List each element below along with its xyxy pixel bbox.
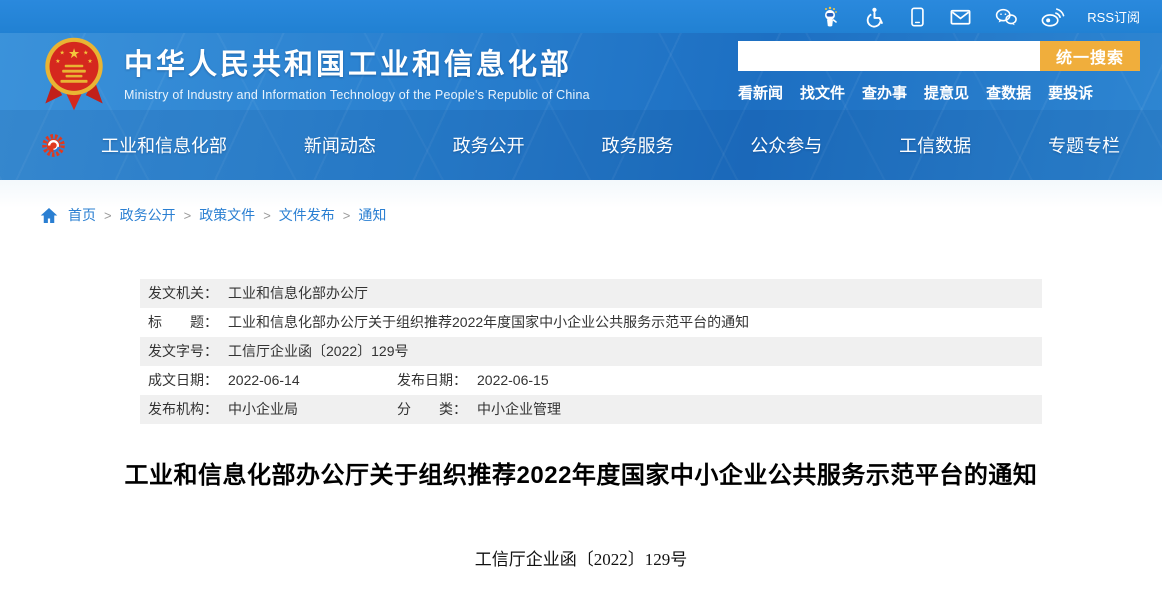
svg-text:★: ★ bbox=[83, 49, 88, 56]
header-main: ★ ★ ★ ★ ★ 中华人民共和国工业和信息化部 Ministry of Ind… bbox=[0, 33, 1162, 110]
main-nav: 工业和信息化部 新闻动态 政务公开 政务服务 公众参与 工信数据 专题专栏 bbox=[0, 110, 1162, 180]
topbar: RSS订阅 bbox=[0, 0, 1162, 33]
nav-item[interactable]: 专题专栏 bbox=[1048, 132, 1120, 158]
assistant-robot-icon[interactable] bbox=[819, 6, 841, 28]
meta-label: 标 题： bbox=[148, 314, 218, 330]
breadcrumb-item[interactable]: 政策文件 bbox=[199, 205, 255, 225]
site-header: RSS订阅 ★ ★ ★ ★ ★ 中华人民共和国工业和信息化部 Ministry … bbox=[0, 0, 1162, 180]
nav-item[interactable]: 工信数据 bbox=[899, 132, 971, 158]
meta-row: 发文字号： 工信厅企业函〔2022〕129号 bbox=[140, 337, 1042, 366]
meta-cell: 发布机构： 中小企业局 bbox=[148, 395, 397, 424]
weibo-icon[interactable] bbox=[1040, 6, 1065, 28]
article-title: 工业和信息化部办公厅关于组织推荐2022年度国家中小企业公共服务示范平台的通知 bbox=[124, 462, 1038, 489]
site-title: 中华人民共和国工业和信息化部 bbox=[124, 49, 573, 81]
nav-item[interactable]: 政务服务 bbox=[601, 132, 673, 158]
quick-links: 看新闻 找文件 查办事 提意见 查数据 要投诉 bbox=[738, 82, 1140, 103]
rss-subscribe-link[interactable]: RSS订阅 bbox=[1087, 7, 1140, 26]
search-button[interactable]: 统一搜索 bbox=[1040, 40, 1140, 71]
breadcrumb-separator: > bbox=[183, 207, 192, 223]
meta-row: 发文机关： 工业和信息化部办公厅 bbox=[140, 279, 1042, 308]
meta-row: 成文日期： 2022-06-14 发布日期： 2022-06-15 bbox=[140, 366, 1042, 395]
search-area: 统一搜索 看新闻 找文件 查办事 提意见 查数据 要投诉 bbox=[738, 40, 1140, 103]
meta-value: 工业和信息化部办公厅关于组织推荐2022年度国家中小企业公共服务示范平台的通知 bbox=[228, 314, 750, 330]
meta-cell: 成文日期： 2022-06-14 bbox=[148, 366, 397, 395]
site-subtitle: Ministry of Industry and Information Tec… bbox=[124, 88, 590, 102]
svg-text:★: ★ bbox=[60, 49, 65, 56]
svg-text:★: ★ bbox=[68, 45, 80, 60]
meta-value: 中小企业管理 bbox=[477, 401, 561, 417]
breadcrumb-separator: > bbox=[263, 207, 271, 223]
quick-link[interactable]: 要投诉 bbox=[1048, 82, 1093, 103]
meta-cell: 发布日期： 2022-06-15 bbox=[397, 366, 549, 395]
meta-row: 发布机构： 中小企业局 分 类： 中小企业管理 bbox=[140, 395, 1042, 424]
meta-value: 2022-06-15 bbox=[477, 372, 549, 388]
breadcrumb-separator: > bbox=[104, 207, 112, 223]
content: 首页 > 政务公开 > 政策文件 > 文件发布 > 通知 发文机关： 工业和信息化部办公厅标 题：… bbox=[0, 180, 1162, 570]
miit-e-logo-icon bbox=[40, 132, 67, 159]
breadcrumb-items: 首页 > 政务公开 > 政策文件 > 文件发布 > 通知 bbox=[68, 205, 386, 225]
breadcrumb: 首页 > 政务公开 > 政策文件 > 文件发布 > 通知 bbox=[0, 180, 1162, 225]
document-number: 工信厅企业函〔2022〕129号 bbox=[474, 550, 688, 569]
breadcrumb-item[interactable]: 首页 bbox=[68, 205, 96, 225]
meta-label: 发文机关： bbox=[148, 285, 218, 301]
national-emblem-logo: ★ ★ ★ ★ ★ bbox=[40, 36, 108, 112]
wechat-icon[interactable] bbox=[994, 6, 1018, 28]
svg-text:★: ★ bbox=[55, 58, 60, 65]
meta-cell: 发文机关： 工业和信息化部办公厅 bbox=[148, 279, 397, 308]
nav-item[interactable]: 工业和信息化部 bbox=[101, 132, 227, 158]
nav-item[interactable]: 公众参与 bbox=[750, 132, 822, 158]
meta-label: 发文字号： bbox=[148, 343, 218, 359]
quick-link[interactable]: 找文件 bbox=[800, 82, 845, 103]
meta-cell: 标 题： 工业和信息化部办公厅关于组织推荐2022年度国家中小企业公共服务示范平台… bbox=[148, 308, 749, 337]
meta-value: 中小企业局 bbox=[228, 401, 298, 417]
meta-label: 分 类： bbox=[397, 401, 467, 417]
breadcrumb-separator: > bbox=[342, 207, 351, 223]
meta-label: 发布机构： bbox=[148, 401, 218, 417]
mobile-icon[interactable] bbox=[907, 6, 927, 28]
home-icon[interactable] bbox=[40, 207, 58, 224]
meta-value: 工业和信息化部办公厅 bbox=[228, 285, 368, 301]
quick-link[interactable]: 看新闻 bbox=[738, 82, 783, 103]
meta-value: 2022-06-14 bbox=[228, 372, 300, 388]
quick-link[interactable]: 查办事 bbox=[862, 82, 907, 103]
search-input[interactable] bbox=[738, 40, 1040, 71]
nav-item[interactable]: 政务公开 bbox=[453, 132, 525, 158]
meta-value: 工信厅企业函〔2022〕129号 bbox=[228, 343, 409, 359]
quick-link[interactable]: 查数据 bbox=[986, 82, 1031, 103]
meta-label: 成文日期： bbox=[148, 372, 218, 388]
accessibility-icon[interactable] bbox=[863, 6, 885, 28]
svg-text:★: ★ bbox=[87, 58, 92, 65]
nav-list: 工业和信息化部 新闻动态 政务公开 政务服务 公众参与 工信数据 专题专栏 bbox=[101, 132, 1122, 158]
meta-cell: 分 类： 中小企业管理 bbox=[397, 395, 561, 424]
brand[interactable]: ★ ★ ★ ★ ★ 中华人民共和国工业和信息化部 Ministry of Ind… bbox=[40, 32, 590, 112]
nav-item[interactable]: 新闻动态 bbox=[304, 132, 376, 158]
meta-label: 发布日期： bbox=[397, 372, 467, 388]
breadcrumb-item[interactable]: 通知 bbox=[358, 205, 386, 225]
document-meta-table: 发文机关： 工业和信息化部办公厅标 题： 工业和信息化部办公厅关于组织推荐2022年… bbox=[140, 279, 1042, 424]
quick-link[interactable]: 提意见 bbox=[924, 82, 969, 103]
mail-icon[interactable] bbox=[949, 6, 972, 28]
meta-cell: 发文字号： 工信厅企业函〔2022〕129号 bbox=[148, 337, 409, 366]
breadcrumb-item[interactable]: 政务公开 bbox=[120, 205, 176, 225]
meta-row: 标 题： 工业和信息化部办公厅关于组织推荐2022年度国家中小企业公共服务示范平台… bbox=[140, 308, 1042, 337]
breadcrumb-item[interactable]: 文件发布 bbox=[279, 205, 335, 225]
